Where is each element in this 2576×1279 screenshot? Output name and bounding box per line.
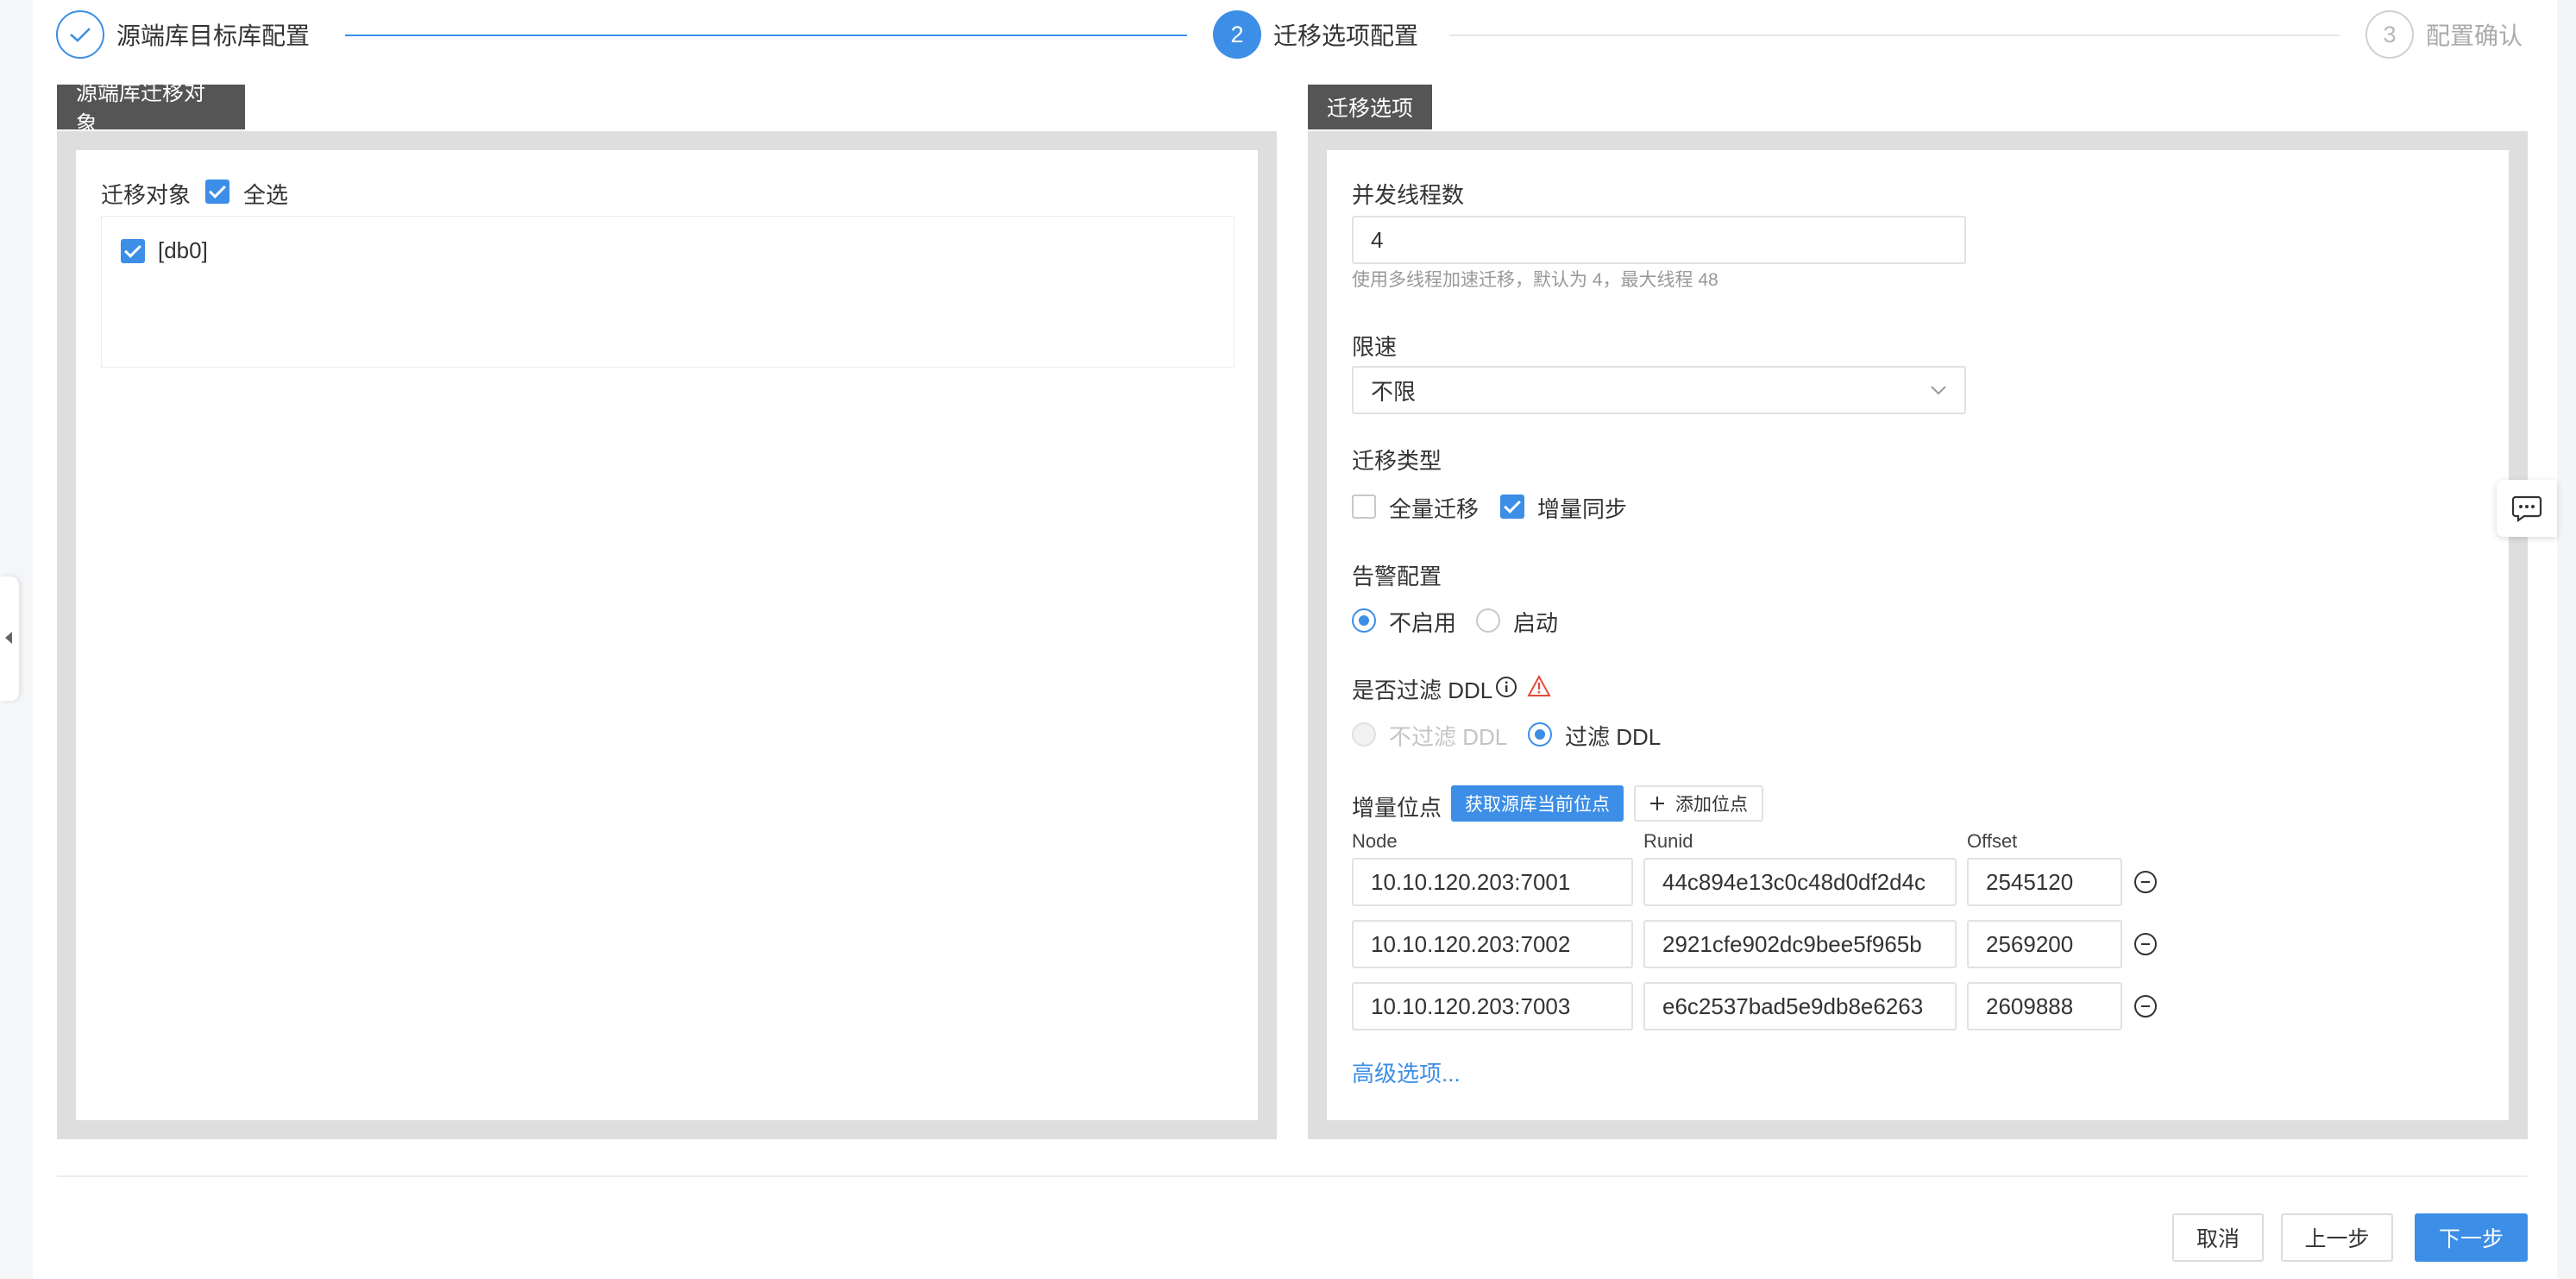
speed-limit-label: 限速 xyxy=(1352,334,1398,360)
step-number: 2 xyxy=(1213,10,1261,59)
next-step-button[interactable]: 下一步 xyxy=(2415,1213,2528,1262)
objects-label: 迁移对象 xyxy=(101,182,192,208)
speed-limit-select[interactable]: 不限 xyxy=(1352,366,1966,414)
add-position-label: 添加位点 xyxy=(1675,795,1748,815)
no-filter-ddl-label[interactable]: 不过滤 DDL xyxy=(1389,720,1507,752)
offset-input[interactable]: 2545120 xyxy=(1967,858,2122,906)
alert-enabled-radio[interactable] xyxy=(1476,608,1500,633)
filter-ddl-radio[interactable] xyxy=(1528,722,1552,747)
advanced-options-link[interactable]: 高级选项... xyxy=(1352,1056,1461,1088)
prev-step-button[interactable]: 上一步 xyxy=(2281,1213,2393,1262)
source-objects-panel: 迁移对象 全选 [db0] xyxy=(57,131,1277,1139)
select-all-label[interactable]: 全选 xyxy=(243,178,288,210)
threads-hint: 使用多线程加速迁移，默认为 4，最大线程 48 xyxy=(1352,270,1718,290)
cancel-button[interactable]: 取消 xyxy=(2172,1213,2264,1262)
node-input[interactable]: 10.10.120.203:7002 xyxy=(1352,920,1633,968)
migration-options-panel: 并发线程数 4 使用多线程加速迁移，默认为 4，最大线程 48 限速 不限 迁移… xyxy=(1308,131,2528,1139)
remove-position-icon[interactable] xyxy=(2134,995,2157,1018)
step-label: 源端库目标库配置 xyxy=(116,22,311,49)
fetch-current-position-button[interactable]: 获取源库当前位点 xyxy=(1451,785,1624,822)
step-number: 3 xyxy=(2366,10,2414,59)
support-chat-button[interactable] xyxy=(2497,480,2557,537)
sidebar-collapse-handle[interactable] xyxy=(0,576,19,701)
chevron-down-icon xyxy=(1931,386,1946,395)
column-offset: Offset xyxy=(1967,830,2018,852)
source-objects-tab: 源端库迁移对象 xyxy=(57,81,245,136)
threads-input[interactable]: 4 xyxy=(1352,216,1966,264)
plus-icon xyxy=(1650,797,1664,810)
step-label: 迁移选项配置 xyxy=(1273,22,1419,49)
offset-input[interactable]: 2569200 xyxy=(1967,920,2122,968)
remove-position-icon[interactable] xyxy=(2134,871,2157,893)
migration-options-body: 并发线程数 4 使用多线程加速迁移，默认为 4，最大线程 48 限速 不限 迁移… xyxy=(1327,150,2509,1120)
alert-enabled-label[interactable]: 启动 xyxy=(1513,606,1558,638)
caret-left-icon xyxy=(5,632,12,644)
step-migration-options: 2 迁移选项配置 xyxy=(1213,9,1418,60)
right-gutter xyxy=(2557,0,2576,1279)
objects-tree: [db0] xyxy=(101,216,1235,368)
incremental-sync-checkbox[interactable] xyxy=(1500,495,1524,519)
migration-type-label: 迁移类型 xyxy=(1352,448,1442,474)
select-all-checkbox[interactable] xyxy=(205,180,229,204)
info-icon[interactable] xyxy=(1495,676,1517,698)
filter-ddl-label[interactable]: 过滤 DDL xyxy=(1565,720,1661,752)
alert-disabled-label[interactable]: 不启用 xyxy=(1389,606,1456,638)
column-node: Node xyxy=(1352,830,1398,852)
threads-label: 并发线程数 xyxy=(1352,182,1465,208)
incremental-sync-label[interactable]: 增量同步 xyxy=(1537,492,1627,524)
runid-input[interactable]: 44c894e13c0c48d0df2d4c xyxy=(1643,858,1957,906)
incremental-position-label: 增量位点 xyxy=(1352,795,1442,821)
footer-divider xyxy=(57,1175,2528,1177)
runid-input[interactable]: e6c2537bad5e9db8e6263 xyxy=(1643,982,1957,1030)
alert-config-label: 告警配置 xyxy=(1352,564,1442,589)
object-db0-checkbox[interactable] xyxy=(121,239,145,263)
object-db0-label[interactable]: [db0] xyxy=(158,237,208,264)
chat-icon xyxy=(2511,495,2542,522)
step-source-target-config: 源端库目标库配置 xyxy=(56,9,310,60)
step-label: 配置确认 xyxy=(2426,22,2523,49)
runid-input[interactable]: 2921cfe902dc9bee5f965b xyxy=(1643,920,1957,968)
step-confirm: 3 配置确认 xyxy=(2366,9,2523,60)
alert-disabled-radio[interactable] xyxy=(1352,608,1376,633)
node-input[interactable]: 10.10.120.203:7001 xyxy=(1352,858,1633,906)
column-runid: Runid xyxy=(1643,830,1693,852)
step-connector-pending xyxy=(1449,35,2340,36)
source-objects-body: 迁移对象 全选 [db0] xyxy=(76,150,1258,1120)
no-filter-ddl-radio[interactable] xyxy=(1352,722,1376,747)
full-migration-checkbox[interactable] xyxy=(1352,495,1376,519)
node-input[interactable]: 10.10.120.203:7003 xyxy=(1352,982,1633,1030)
step-connector-done xyxy=(345,35,1187,36)
speed-limit-value: 不限 xyxy=(1371,378,1417,405)
ddl-filter-label: 是否过滤 DDL xyxy=(1352,677,1493,703)
add-position-button[interactable]: 添加位点 xyxy=(1634,785,1763,822)
step-done-check-icon xyxy=(56,10,104,59)
remove-position-icon[interactable] xyxy=(2134,933,2157,955)
full-migration-label[interactable]: 全量迁移 xyxy=(1389,492,1479,524)
migration-options-tab: 迁移选项 xyxy=(1308,85,1432,129)
offset-input[interactable]: 2609888 xyxy=(1967,982,2122,1030)
warning-icon xyxy=(1527,675,1551,696)
